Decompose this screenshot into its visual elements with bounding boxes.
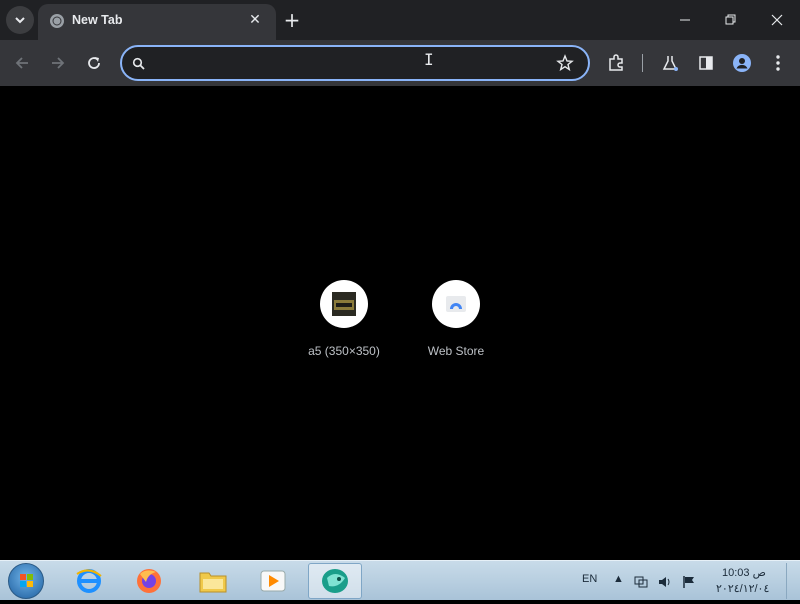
language-indicator[interactable]: EN xyxy=(582,573,597,585)
file-explorer-taskbar-button[interactable] xyxy=(186,563,240,599)
chevron-down-icon xyxy=(15,17,25,24)
web-store-icon xyxy=(446,296,466,312)
tab-title: New Tab xyxy=(72,13,123,27)
extensions-button[interactable] xyxy=(604,51,628,75)
volume-icon[interactable] xyxy=(658,574,672,588)
avatar-icon xyxy=(733,54,751,72)
reload-button[interactable] xyxy=(82,51,106,75)
internet-explorer-icon xyxy=(76,569,102,593)
clock-date[interactable]: ٢٠٢٤/١٢/٠٤ xyxy=(716,582,769,595)
shortcut-label: a5 (350×350) xyxy=(308,344,380,358)
reload-icon xyxy=(88,57,100,69)
arrow-right-icon xyxy=(52,57,65,69)
text-cursor-icon: I xyxy=(424,50,434,69)
close-window-button[interactable] xyxy=(762,6,792,34)
show-hidden-icons-icon[interactable]: ▲ xyxy=(613,573,624,585)
media-player-taskbar-button[interactable] xyxy=(246,563,300,599)
flask-icon xyxy=(662,56,678,71)
minimize-icon xyxy=(680,19,690,21)
tab-new-tab[interactable]: New Tab ✕ xyxy=(38,4,276,40)
menu-button[interactable] xyxy=(766,51,790,75)
action-center-flag-icon[interactable] xyxy=(682,574,696,588)
windows-logo-icon xyxy=(20,574,33,587)
show-desktop-button[interactable] xyxy=(786,563,787,599)
puzzle-icon xyxy=(609,54,623,71)
bookmark-star-icon[interactable] xyxy=(556,54,574,76)
search-icon xyxy=(132,56,146,75)
forward-button[interactable] xyxy=(46,51,70,75)
internet-explorer-taskbar-button[interactable] xyxy=(62,563,116,599)
arrow-left-icon xyxy=(15,57,28,69)
address-bar[interactable] xyxy=(120,45,590,81)
globe-icon xyxy=(50,14,64,28)
new-tab-button[interactable]: + xyxy=(280,8,304,32)
clock-time[interactable]: 10:03 ص xyxy=(722,566,766,579)
shortcut-tile[interactable]: Web Store xyxy=(406,280,506,358)
shortcut-label: Web Store xyxy=(427,344,485,358)
kebab-menu-icon xyxy=(776,55,780,71)
close-tab-icon[interactable]: ✕ xyxy=(246,11,264,29)
browser-app-icon xyxy=(322,569,348,593)
tab-search-button[interactable] xyxy=(6,6,34,34)
shortcut-icon xyxy=(320,280,368,328)
folder-icon xyxy=(199,572,227,593)
tab-strip: New Tab ✕ + xyxy=(0,0,800,40)
taskbar: EN ▲ 10:03 ص ٢٠٢٤/١٢/٠٤ xyxy=(0,560,800,600)
restore-button[interactable] xyxy=(716,6,746,34)
browser-toolbar xyxy=(0,40,800,86)
side-panel-button[interactable] xyxy=(694,51,718,75)
toolbar-divider xyxy=(642,54,643,72)
address-input[interactable] xyxy=(152,53,542,73)
restore-icon xyxy=(725,14,736,25)
new-tab-page: a5 (350×350) Web Store xyxy=(0,86,800,560)
media-player-icon xyxy=(260,570,286,592)
network-icon[interactable] xyxy=(634,574,648,588)
minimize-button[interactable] xyxy=(670,6,700,34)
back-button[interactable] xyxy=(10,51,34,75)
close-icon xyxy=(771,14,783,26)
side-panel-icon xyxy=(699,56,713,70)
labs-button[interactable] xyxy=(658,51,682,75)
thumbnail-icon xyxy=(332,292,356,316)
firefox-icon xyxy=(137,569,161,593)
profile-button[interactable] xyxy=(730,51,754,75)
shortcut-tile[interactable]: a5 (350×350) xyxy=(294,280,394,358)
firefox-taskbar-button[interactable] xyxy=(122,563,176,599)
chrome-taskbar-button[interactable] xyxy=(308,563,362,599)
start-button[interactable] xyxy=(8,563,44,599)
shortcut-icon xyxy=(432,280,480,328)
